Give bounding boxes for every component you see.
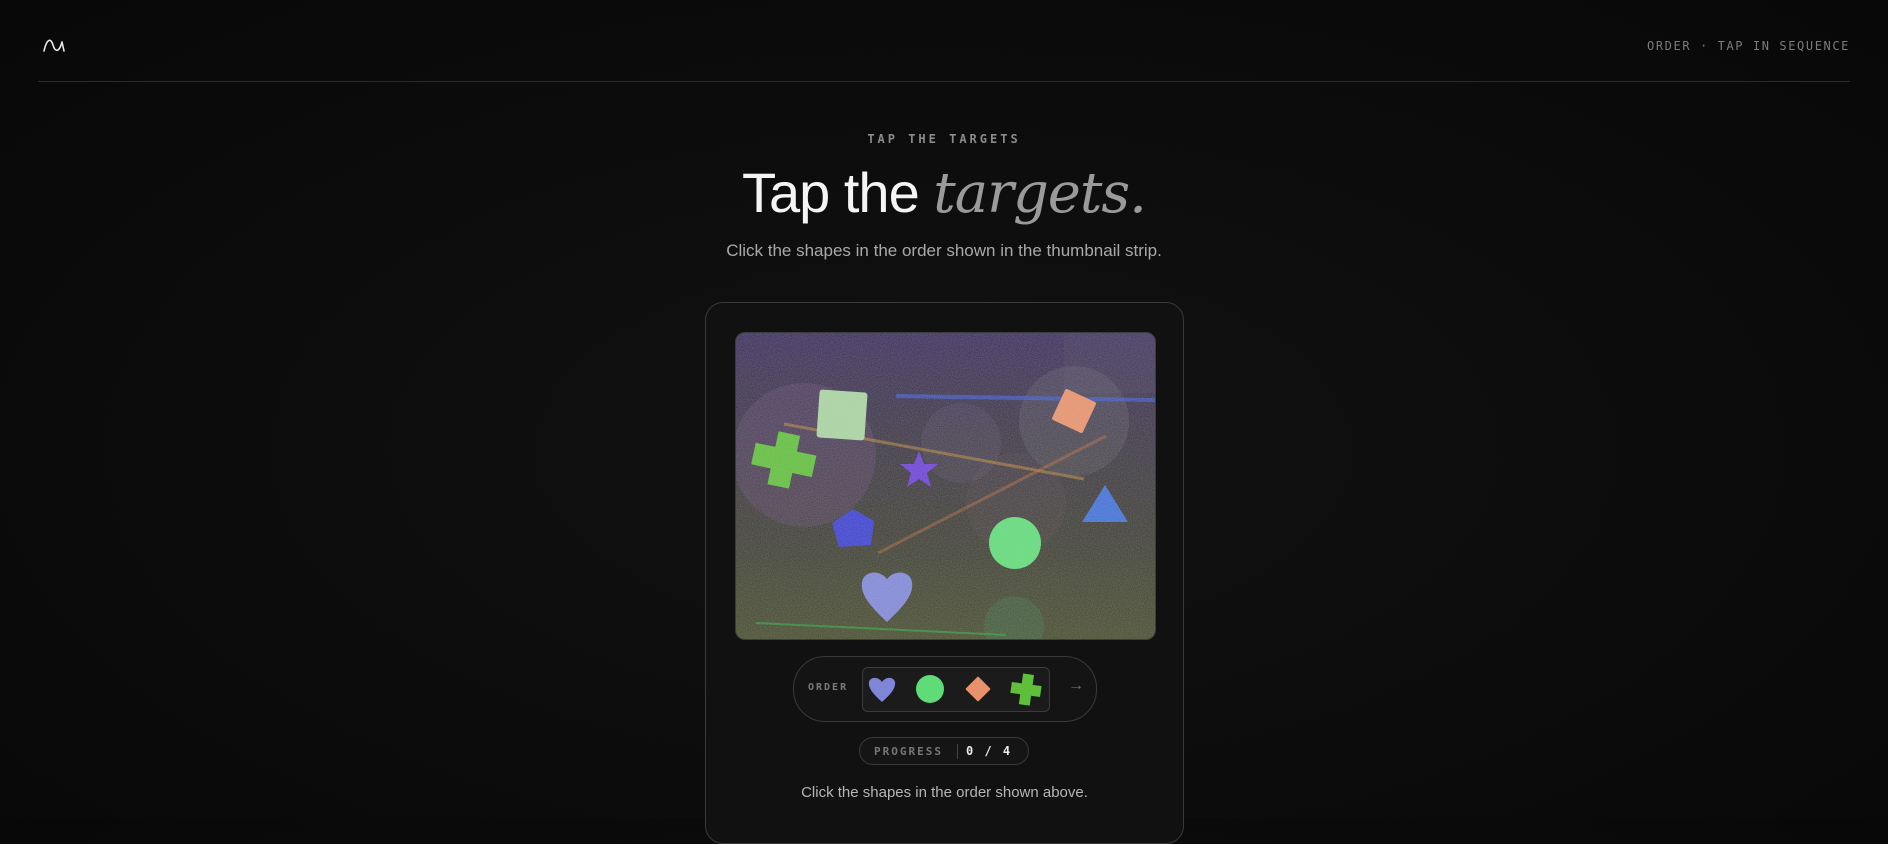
canvas-scene [736, 333, 1155, 639]
order-strip: ORDER → [793, 656, 1097, 722]
title-emphasis: targets. [933, 161, 1147, 226]
mode-label: ORDER · TAP IN SEQUENCE [1647, 39, 1850, 53]
puzzle-canvas[interactable] [735, 332, 1156, 640]
wave-logo-icon[interactable] [42, 36, 68, 54]
thumbnail-circle [916, 675, 944, 703]
progress-pill: PROGRESS 0 / 4 [859, 737, 1029, 765]
progress-divider [957, 744, 958, 759]
page-subtitle: Click the shapes in the order shown in t… [726, 241, 1162, 260]
page-title: Tap the targets. [0, 160, 1888, 226]
thumbnail-cross [1010, 673, 1042, 706]
order-label: ORDER [808, 682, 849, 693]
thumbnail-diamond [965, 676, 991, 702]
arrow-right-icon: → [1068, 677, 1084, 694]
puzzle-card: ORDER → PROGRESS 0 / 4 Click the shapes … [705, 302, 1184, 844]
top-bar: ORDER · TAP IN SEQUENCE [38, 0, 1850, 82]
thumbnail-heart [868, 677, 896, 702]
noise-overlay [736, 333, 1155, 639]
progress-value: 0 / 4 [966, 744, 1013, 758]
title-plain: Tap the [742, 161, 934, 224]
progress-label: PROGRESS [874, 745, 943, 758]
thumbnail-strip [862, 667, 1050, 712]
eyebrow: TAP THE TARGETS [867, 132, 1021, 146]
instruction-text: Click the shapes in the order shown abov… [801, 784, 1088, 801]
